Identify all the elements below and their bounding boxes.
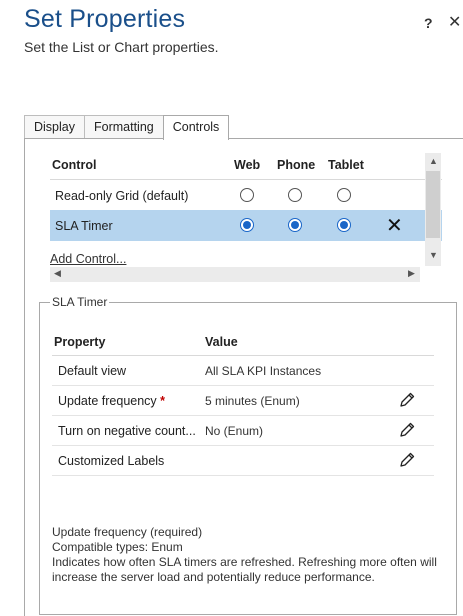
controls-grid: Control Web Phone Tablet Read-only Grid …	[50, 153, 442, 284]
tab-controls[interactable]: Controls	[162, 115, 230, 140]
property-description: Update frequency (required) Compatible t…	[52, 525, 452, 585]
phone-radio-selected[interactable]	[288, 218, 302, 232]
tab-display[interactable]: Display	[24, 115, 85, 139]
group-legend: SLA Timer	[50, 295, 110, 309]
description-title: Update frequency (required)	[52, 525, 203, 539]
property-value: All SLA KPI Instances	[205, 364, 322, 378]
phone-radio[interactable]	[288, 188, 302, 202]
column-header-property: Property	[54, 335, 106, 349]
dialog-title: Set Properties	[24, 5, 186, 33]
property-name: Customized Labels	[58, 454, 165, 468]
properties-table-header: Property Value	[52, 331, 434, 356]
close-button[interactable]: ✕	[448, 12, 461, 32]
scroll-left-icon[interactable]: ◀	[54, 268, 61, 279]
remove-control-icon[interactable]: ✕	[386, 213, 403, 238]
column-header-value: Value	[205, 335, 238, 349]
properties-table: Property Value Default view All SLA KPI …	[52, 331, 434, 476]
column-header-tablet: Tablet	[328, 158, 364, 172]
pencil-edit-icon[interactable]	[398, 421, 416, 439]
property-name: Update frequency *	[58, 394, 165, 408]
property-name-text: Update frequency	[58, 394, 157, 408]
scroll-down-icon[interactable]: ▼	[429, 250, 438, 260]
property-value: 5 minutes (Enum)	[205, 394, 300, 408]
controls-tab-panel: Control Web Phone Tablet Read-only Grid …	[24, 138, 463, 616]
dialog-subtitle: Set the List or Chart properties.	[24, 39, 219, 55]
property-row-customized-labels[interactable]: Customized Labels	[52, 446, 434, 476]
property-row-update-frequency[interactable]: Update frequency * 5 minutes (Enum)	[52, 386, 434, 416]
column-header-web: Web	[234, 158, 261, 172]
pencil-edit-icon[interactable]	[398, 451, 416, 469]
tab-formatting[interactable]: Formatting	[84, 115, 164, 139]
web-radio[interactable]	[240, 188, 254, 202]
description-text: Indicates how often SLA timers are refre…	[52, 555, 437, 584]
tablet-radio[interactable]	[337, 188, 351, 202]
web-radio-selected[interactable]	[240, 218, 254, 232]
controls-grid-header: Control Web Phone Tablet	[50, 153, 442, 180]
tablet-radio-selected[interactable]	[337, 218, 351, 232]
control-row-readonly-grid[interactable]: Read-only Grid (default)	[50, 180, 442, 211]
column-header-control: Control	[52, 158, 97, 172]
horizontal-scrollbar[interactable]: ◀ ▶	[50, 267, 420, 282]
control-row-sla-timer[interactable]: SLA Timer ✕	[50, 210, 442, 241]
property-name: Turn on negative count...	[58, 424, 196, 438]
property-value: No (Enum)	[205, 424, 264, 438]
control-name: Read-only Grid (default)	[55, 189, 189, 203]
property-row-negative-count[interactable]: Turn on negative count... No (Enum)	[52, 416, 434, 446]
vertical-scrollbar[interactable]: ▲ ▼	[425, 153, 441, 266]
required-marker: *	[160, 394, 166, 408]
help-button[interactable]: ?	[424, 15, 433, 31]
pencil-edit-icon[interactable]	[398, 391, 416, 409]
scroll-up-icon[interactable]: ▲	[429, 156, 438, 166]
scroll-right-icon[interactable]: ▶	[408, 268, 415, 279]
column-header-phone: Phone	[277, 158, 316, 172]
tab-bar: Display Formatting Controls	[24, 115, 230, 140]
add-control-link[interactable]: Add Control...	[50, 252, 126, 266]
control-name: SLA Timer	[55, 219, 113, 233]
property-name: Default view	[58, 364, 127, 378]
property-row-default-view[interactable]: Default view All SLA KPI Instances	[52, 356, 434, 386]
scrollbar-thumb[interactable]	[426, 171, 440, 238]
sla-timer-properties-group: SLA Timer Property Value Default view Al…	[39, 295, 457, 615]
description-types: Compatible types: Enum	[52, 540, 183, 554]
